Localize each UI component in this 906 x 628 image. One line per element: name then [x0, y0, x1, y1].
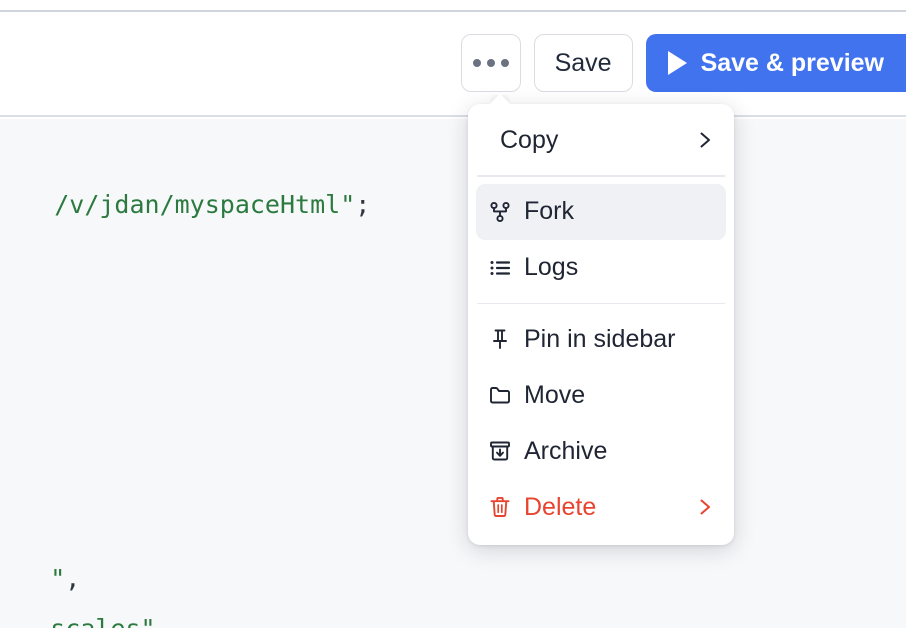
- menu-item-label: Copy: [484, 128, 558, 153]
- code-token-punct: ;: [355, 190, 370, 219]
- code-token-string: scales": [50, 614, 155, 628]
- trash-icon: [484, 495, 516, 519]
- play-icon: [668, 51, 687, 75]
- code-editor-pane[interactable]: /v/jdan/myspaceHtml"; ", scales",: [0, 119, 906, 628]
- chevron-right-icon: [694, 129, 716, 151]
- menu-item-move[interactable]: Move: [476, 367, 726, 423]
- menu-item-fork[interactable]: Fork: [476, 184, 726, 240]
- ellipsis-icon: [473, 59, 509, 67]
- toolbar-actions: Save Save & preview: [461, 34, 906, 92]
- menu-item-label: Logs: [516, 255, 578, 280]
- save-and-preview-button[interactable]: Save & preview: [646, 34, 906, 92]
- menu-item-pin-in-sidebar[interactable]: Pin in sidebar: [476, 311, 726, 367]
- menu-item-logs[interactable]: Logs: [476, 240, 726, 296]
- archive-icon: [484, 439, 516, 463]
- save-and-preview-label: Save & preview: [701, 51, 884, 76]
- menu-item-label: Fork: [516, 199, 574, 224]
- code-token-punct: ,: [156, 614, 171, 628]
- menu-item-label: Archive: [516, 439, 607, 464]
- folder-icon: [484, 383, 516, 407]
- menu-item-copy[interactable]: Copy: [476, 112, 726, 168]
- menu-separator: [477, 303, 725, 305]
- pin-icon: [484, 327, 516, 351]
- editor-toolbar: Save Save & preview: [0, 12, 906, 117]
- code-line: scales",: [0, 585, 171, 628]
- code-token-string: /v/jdan/myspaceHtml": [54, 190, 355, 219]
- chevron-right-icon: [694, 496, 716, 518]
- more-options-button[interactable]: [461, 34, 521, 92]
- menu-item-archive[interactable]: Archive: [476, 423, 726, 479]
- menu-caret: [490, 95, 510, 105]
- menu-item-label: Pin in sidebar: [516, 327, 675, 352]
- fork-icon: [484, 200, 516, 224]
- menu-item-label: Delete: [516, 495, 596, 520]
- code-line: /v/jdan/myspaceHtml";: [0, 161, 370, 248]
- save-button[interactable]: Save: [534, 34, 633, 92]
- context-menu: Copy Fork: [468, 104, 734, 545]
- menu-item-label: Move: [516, 383, 585, 408]
- menu-separator: [477, 175, 725, 177]
- menu-item-delete[interactable]: Delete: [476, 479, 726, 535]
- logs-icon: [484, 256, 516, 280]
